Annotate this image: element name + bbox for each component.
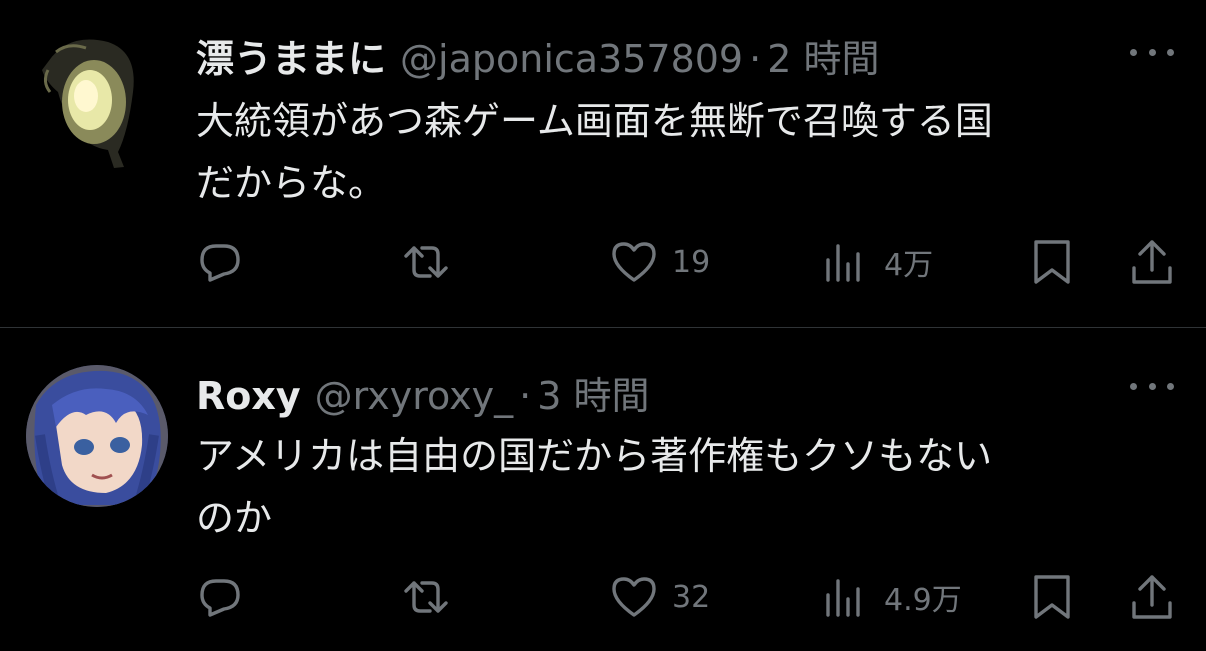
separator-dot: · — [519, 374, 532, 418]
reply-icon — [200, 244, 240, 282]
like-count: 19 — [672, 244, 711, 280]
tweet-1[interactable]: 漂うままに @japonica357809 · 2 時間 大統領があつ森ゲーム画… — [0, 0, 1206, 328]
bookmark-button[interactable] — [1028, 573, 1076, 621]
like-button[interactable]: 32 — [610, 573, 710, 621]
tweet-2[interactable]: Roxy @rxyroxy_ · 3 時間 アメリカは自由の国だから著作権もクソ… — [0, 329, 1206, 651]
retweet-button[interactable] — [402, 573, 450, 621]
timestamp[interactable]: 3 時間 — [537, 365, 649, 420]
tweet-text: 大統領があつ森ゲーム画面を無断で召喚する国 だからな。 — [196, 99, 993, 205]
bookmark-icon — [1034, 240, 1070, 284]
tweet-text: アメリカは自由の国だから著作権もクソもない のか — [196, 434, 993, 540]
display-name[interactable]: 漂うままに — [196, 28, 386, 83]
user-handle[interactable]: @japonica357809 — [400, 37, 743, 81]
reply-icon — [200, 579, 240, 617]
share-icon — [1132, 240, 1172, 284]
reply-button[interactable] — [196, 238, 244, 286]
avatar[interactable] — [26, 365, 168, 507]
separator-dot: · — [749, 37, 762, 81]
like-count: 32 — [672, 579, 711, 615]
views-count: 4.9万 — [884, 583, 962, 618]
share-button[interactable] — [1128, 238, 1176, 286]
tweet-divider — [0, 327, 1206, 328]
views-icon — [826, 579, 860, 617]
views-button[interactable]: 4.9万 — [822, 573, 962, 621]
tweet-header: 漂うままに @japonica357809 · 2 時間 — [196, 28, 879, 83]
bookmark-icon — [1034, 575, 1070, 619]
views-icon — [826, 244, 860, 282]
avatar-image — [28, 22, 168, 172]
action-bar: 32 4.9万 — [0, 573, 1206, 621]
reply-button[interactable] — [196, 573, 244, 621]
timestamp[interactable]: 2 時間 — [767, 28, 879, 83]
views-button[interactable]: 4万 — [822, 238, 933, 286]
heart-icon — [612, 577, 656, 617]
more-dots-icon[interactable] — [1130, 376, 1174, 396]
avatar-image — [26, 365, 168, 507]
avatar[interactable] — [28, 22, 168, 172]
bookmark-button[interactable] — [1028, 238, 1076, 286]
retweet-icon — [404, 581, 448, 613]
share-icon — [1132, 575, 1172, 619]
display-name[interactable]: Roxy — [196, 374, 301, 418]
views-count: 4万 — [884, 248, 934, 283]
more-dots-icon[interactable] — [1130, 42, 1174, 62]
action-bar: 19 4万 — [0, 238, 1206, 286]
like-button[interactable]: 19 — [610, 238, 710, 286]
retweet-icon — [404, 246, 448, 278]
tweet-header: Roxy @rxyroxy_ · 3 時間 — [196, 365, 649, 420]
share-button[interactable] — [1128, 573, 1176, 621]
retweet-button[interactable] — [402, 238, 450, 286]
heart-icon — [612, 242, 656, 282]
user-handle[interactable]: @rxyroxy_ — [315, 374, 513, 418]
